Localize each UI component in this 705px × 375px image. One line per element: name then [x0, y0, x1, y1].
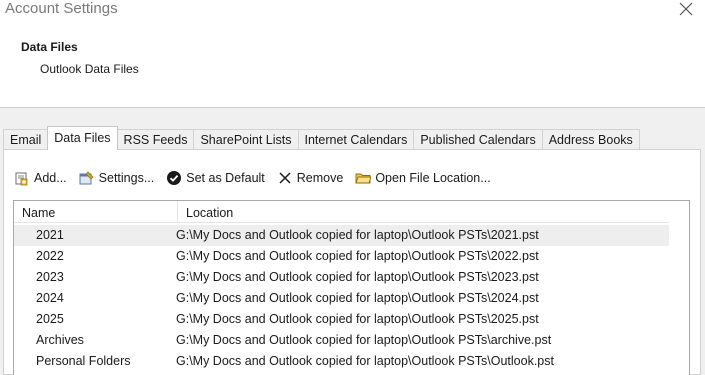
header-subtitle: Outlook Data Files [40, 62, 139, 76]
remove-button[interactable]: Remove [277, 170, 344, 186]
row-location: G:\My Docs and Outlook copied for laptop… [176, 333, 552, 347]
row-location: G:\My Docs and Outlook copied for laptop… [176, 291, 539, 305]
tab-email[interactable]: Email [3, 129, 49, 150]
row-name: 2024 [36, 291, 64, 305]
window-title: Account Settings [5, 0, 118, 17]
tab-internet-calendars[interactable]: Internet Calendars [297, 129, 415, 150]
list-row[interactable]: 2025 G:\My Docs and Outlook copied for l… [14, 309, 669, 330]
add-button-label: Add... [34, 171, 67, 185]
tab-rss-feeds[interactable]: RSS Feeds [116, 129, 195, 150]
row-name: 2022 [36, 249, 64, 263]
add-button[interactable]: Add... [14, 170, 67, 186]
row-name: 2021 [36, 228, 64, 242]
data-files-list: Name Location 2021 G:\My Docs and Outloo… [13, 200, 690, 375]
row-name: Personal Folders [36, 354, 131, 368]
list-row[interactable]: Personal Folders G:\My Docs and Outlook … [14, 351, 669, 372]
toolbar: Add... Settings... Set as Default Remove… [14, 168, 503, 188]
folder-icon [355, 170, 372, 186]
close-icon [679, 2, 693, 16]
row-name: Archives [36, 333, 84, 347]
open-file-location-button[interactable]: Open File Location... [355, 170, 491, 186]
column-header-location[interactable]: Location [177, 201, 669, 223]
column-header-name[interactable]: Name [14, 201, 177, 223]
vertical-scrollbar[interactable] [669, 201, 689, 375]
tab-sharepoint-lists[interactable]: SharePoint Lists [193, 129, 299, 150]
x-icon [277, 170, 293, 186]
tab-strip: Email Data Files RSS Feeds SharePoint Li… [3, 126, 640, 150]
tab-data-files[interactable]: Data Files [47, 126, 118, 150]
close-button[interactable] [677, 0, 695, 18]
header-title: Data Files [21, 40, 78, 54]
set-as-default-button[interactable]: Set as Default [166, 170, 265, 186]
tab-address-books[interactable]: Address Books [541, 129, 640, 150]
remove-button-label: Remove [296, 171, 344, 185]
set-as-default-label: Set as Default [186, 171, 265, 185]
row-name: 2023 [36, 270, 64, 284]
data-files-panel: Add... Settings... Set as Default Remove… [3, 149, 701, 375]
row-name: 2025 [36, 312, 64, 326]
dialog-body: Email Data Files RSS Feeds SharePoint Li… [0, 108, 705, 375]
title-bar: Account Settings [0, 0, 705, 26]
list-row[interactable]: 2021 G:\My Docs and Outlook copied for l… [14, 225, 669, 246]
row-location: G:\My Docs and Outlook copied for laptop… [176, 312, 539, 326]
checkmark-circle-icon [166, 170, 182, 186]
list-row[interactable]: 2022 G:\My Docs and Outlook copied for l… [14, 246, 669, 267]
row-location: G:\My Docs and Outlook copied for laptop… [176, 228, 539, 242]
row-location: G:\My Docs and Outlook copied for laptop… [176, 354, 554, 368]
settings-button[interactable]: Settings... [79, 170, 155, 186]
list-row[interactable]: 2023 G:\My Docs and Outlook copied for l… [14, 267, 669, 288]
row-location: G:\My Docs and Outlook copied for laptop… [176, 249, 539, 263]
open-file-location-label: Open File Location... [375, 171, 491, 185]
settings-icon [79, 170, 95, 186]
list-row[interactable]: 2024 G:\My Docs and Outlook copied for l… [14, 288, 669, 309]
settings-button-label: Settings... [98, 171, 155, 185]
row-location: G:\My Docs and Outlook copied for laptop… [176, 270, 539, 284]
add-datafile-icon [14, 170, 30, 186]
list-row[interactable]: Archives G:\My Docs and Outlook copied f… [14, 330, 669, 351]
tab-published-calendars[interactable]: Published Calendars [413, 129, 543, 150]
dialog-header: Data Files Outlook Data Files [0, 26, 705, 108]
list-rows: 2021 G:\My Docs and Outlook copied for l… [14, 225, 669, 372]
list-header: Name Location [14, 201, 669, 223]
